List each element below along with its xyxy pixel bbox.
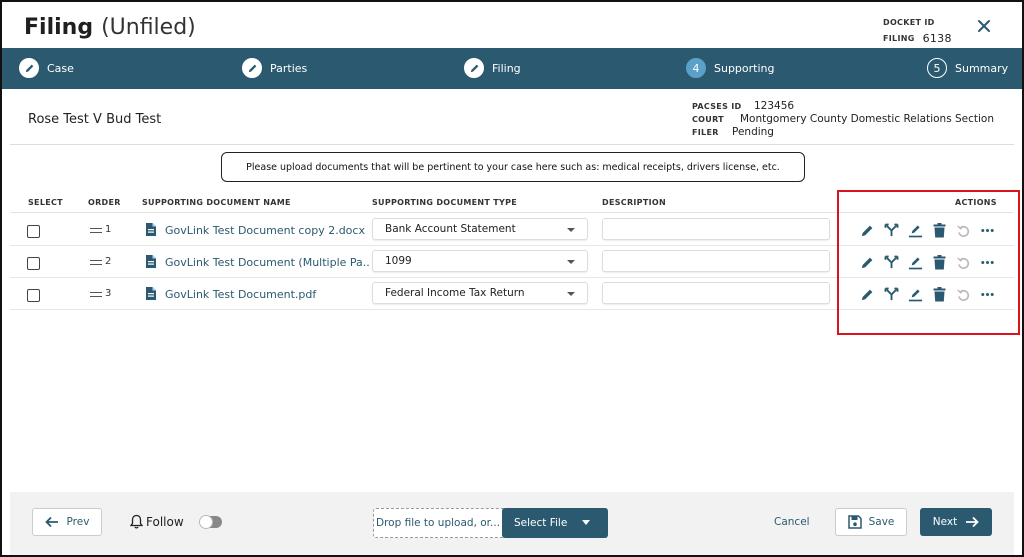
col-header-description: DESCRIPTION	[602, 198, 666, 207]
case-meta: PACSES ID 123456 COURT Montgomery County D…	[692, 100, 994, 139]
step-filing[interactable]: Filing	[464, 58, 521, 78]
pacses-id-value: 123456	[754, 100, 795, 112]
filing-value: 6138	[922, 32, 952, 45]
follow-label: Follow	[146, 514, 184, 529]
document-icon	[145, 254, 157, 269]
arrow-left-icon	[44, 516, 58, 528]
document-link[interactable]: GovLink Test Document.pdf	[165, 288, 370, 301]
select-file-button[interactable]: Select File	[502, 508, 608, 538]
col-header-order: ORDER	[88, 198, 121, 207]
description-input[interactable]	[602, 218, 830, 240]
chevron-down-icon	[567, 292, 575, 296]
document-type-value: 1099	[385, 255, 412, 267]
footer-bar: Prev Follow Drop file to upload, or... S…	[10, 492, 1014, 555]
row-order: 3	[105, 288, 112, 299]
drag-handle-icon[interactable]	[90, 260, 102, 265]
actions-highlight-box	[837, 190, 1020, 335]
col-header-type: SUPPORTING DOCUMENT TYPE	[372, 198, 518, 207]
document-icon	[145, 222, 157, 237]
step-label: Supporting	[714, 61, 775, 75]
docket-id-label: DOCKET ID	[883, 18, 935, 27]
divider	[10, 144, 1014, 145]
step-label: Parties	[270, 61, 308, 75]
next-label: Next	[932, 516, 958, 528]
court-value: Montgomery County Domestic Relations Sec…	[740, 113, 995, 125]
row-checkbox[interactable]	[27, 289, 40, 302]
docket-info: DOCKET ID FILING 6138	[883, 15, 952, 47]
drop-text: Drop file to upload, or...	[376, 517, 501, 529]
file-drop-zone[interactable]: Drop file to upload, or... Select File	[373, 508, 608, 538]
chevron-down-icon	[582, 520, 590, 525]
document-icon	[145, 286, 157, 301]
row-checkbox[interactable]	[27, 225, 40, 238]
step-label: Case	[47, 61, 74, 75]
title-status: (Unfiled)	[101, 15, 196, 40]
step-parties[interactable]: Parties	[242, 58, 307, 78]
filer-label: FILER	[692, 128, 719, 137]
case-name: Rose Test V Bud Test	[28, 112, 162, 127]
page-title: Filing (Unfiled)	[24, 15, 196, 40]
bell-icon	[130, 514, 143, 529]
document-link[interactable]: GovLink Test Document copy 2.docx	[165, 224, 370, 237]
next-button[interactable]: Next	[920, 508, 992, 536]
document-type-select[interactable]: Federal Income Tax Return	[372, 282, 588, 304]
step-label: Filing	[492, 61, 521, 75]
follow-toggle[interactable]	[199, 515, 222, 529]
filer-value: Pending	[732, 126, 774, 138]
filing-dialog: Filing (Unfiled) DOCKET ID FILING 6138 Cas…	[0, 0, 1024, 557]
court-label: COURT	[692, 115, 724, 124]
prev-button[interactable]: Prev	[32, 508, 102, 536]
upload-notice: Please upload documents that will be per…	[221, 152, 805, 182]
arrow-right-icon	[966, 516, 980, 528]
step-supporting[interactable]: 4 Supporting	[686, 58, 775, 78]
toggle-knob	[199, 515, 213, 529]
pencil-icon	[464, 58, 484, 78]
prev-label: Prev	[66, 516, 90, 528]
col-header-name: SUPPORTING DOCUMENT NAME	[142, 198, 291, 207]
document-link[interactable]: GovLink Test Document (Multiple Pa...	[165, 256, 370, 269]
follow-control[interactable]: Follow	[130, 514, 184, 529]
step-number: 4	[686, 58, 706, 78]
document-type-select[interactable]: 1099	[372, 250, 588, 272]
cancel-button[interactable]: Cancel	[774, 516, 810, 528]
filing-label: FILING	[883, 34, 915, 43]
document-type-select[interactable]: Bank Account Statement	[372, 218, 588, 240]
dialog-header: Filing (Unfiled) DOCKET ID FILING 6138	[2, 2, 1022, 48]
chevron-down-icon	[567, 228, 575, 232]
pencil-icon	[19, 58, 39, 78]
chevron-down-icon	[567, 260, 575, 264]
document-type-value: Bank Account Statement	[385, 223, 516, 235]
row-order: 1	[105, 224, 112, 235]
pacses-id-label: PACSES ID	[692, 102, 742, 111]
description-input[interactable]	[602, 282, 830, 304]
drag-handle-icon[interactable]	[90, 292, 102, 297]
title-text: Filing	[24, 15, 94, 40]
save-label: Save	[868, 516, 895, 528]
close-icon[interactable]	[976, 18, 992, 34]
save-icon	[847, 515, 862, 529]
col-header-select: SELECT	[28, 198, 63, 207]
row-order: 2	[105, 256, 112, 267]
drag-handle-icon[interactable]	[90, 228, 102, 233]
step-label: Summary	[955, 61, 1009, 75]
step-case[interactable]: Case	[19, 58, 74, 78]
step-number: 5	[927, 58, 947, 78]
save-button[interactable]: Save	[835, 508, 907, 536]
description-input[interactable]	[602, 250, 830, 272]
step-summary[interactable]: 5 Summary	[927, 58, 1008, 78]
stepper: Case Parties Filing 4 Supporting 5 Summa…	[2, 48, 1022, 89]
row-checkbox[interactable]	[27, 257, 40, 270]
pencil-icon	[242, 58, 262, 78]
select-file-label: Select File	[514, 517, 568, 529]
document-type-value: Federal Income Tax Return	[385, 287, 525, 299]
